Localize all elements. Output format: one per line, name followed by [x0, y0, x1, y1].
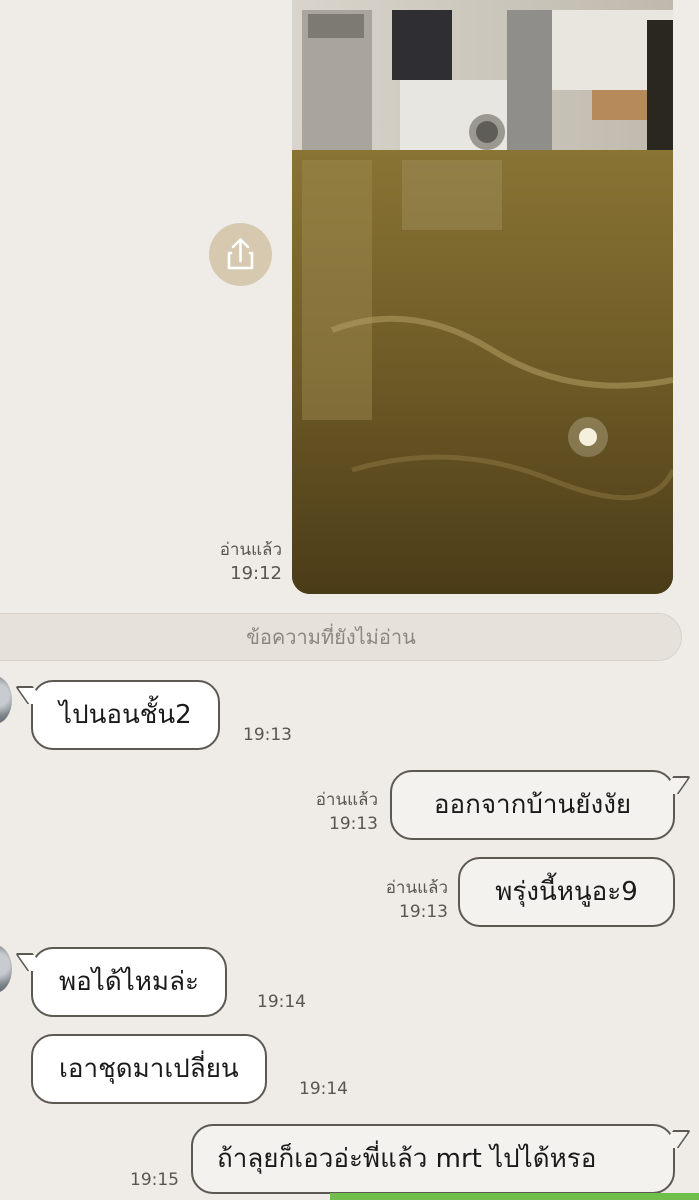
message-meta: อ่านแล้ว 19:13 — [362, 876, 448, 924]
image-message-meta: อ่านแล้ว 19:12 — [196, 538, 282, 586]
message-text: เอาชุดมาเปลี่ยน — [59, 1054, 239, 1084]
avatar[interactable] — [0, 676, 12, 724]
message-bubble-in[interactable]: ไปนอนชั้น2 — [31, 680, 220, 750]
message-time: 19:14 — [257, 992, 306, 1012]
message-time: 19:14 — [299, 1079, 348, 1099]
share-button[interactable] — [209, 223, 272, 286]
message-time: 19:13 — [243, 725, 292, 745]
unread-divider: ข้อความที่ยังไม่อ่าน — [0, 613, 682, 661]
read-status: อ่านแล้ว — [385, 878, 448, 898]
message-text: ถ้าลุยก็เอวอ่ะพี่แล้ว mrt ไปได้หรอ — [217, 1144, 597, 1174]
read-status: อ่านแล้ว — [315, 790, 378, 810]
chat-window: อ่านแล้ว 19:12 ข้อความที่ยังไม่อ่าน ไปนอ… — [0, 0, 699, 1200]
message-bubble-out[interactable]: ถ้าลุยก็เอวอ่ะพี่แล้ว mrt ไปได้หรอ — [191, 1124, 675, 1194]
message-bubble-out[interactable]: พรุ่งนี้หนูอะ9 — [458, 857, 675, 927]
message-bubble-in[interactable]: พอได้ไหมล่ะ — [31, 947, 227, 1017]
message-time: 19:13 — [399, 902, 448, 922]
avatar[interactable] — [0, 945, 12, 993]
image-message[interactable] — [292, 0, 673, 594]
message-text: พอได้ไหมล่ะ — [59, 967, 199, 997]
message-time: 19:12 — [230, 563, 282, 584]
read-status: อ่านแล้ว — [219, 540, 282, 560]
message-meta: อ่านแล้ว 19:13 — [292, 788, 378, 836]
message-text: พรุ่งนี้หนูอะ9 — [495, 877, 638, 907]
message-bubble-in[interactable]: เอาชุดมาเปลี่ยน — [31, 1034, 267, 1104]
message-text: ไปนอนชั้น2 — [59, 700, 192, 730]
next-message-edge — [330, 1193, 699, 1200]
message-time: 19:15 — [130, 1170, 179, 1190]
message-bubble-out[interactable]: ออกจากบ้านยังงัย — [390, 770, 675, 840]
message-time: 19:13 — [329, 814, 378, 834]
share-icon — [227, 238, 254, 270]
message-text: ออกจากบ้านยังงัย — [433, 790, 632, 820]
flooded-room-photo — [292, 0, 673, 594]
